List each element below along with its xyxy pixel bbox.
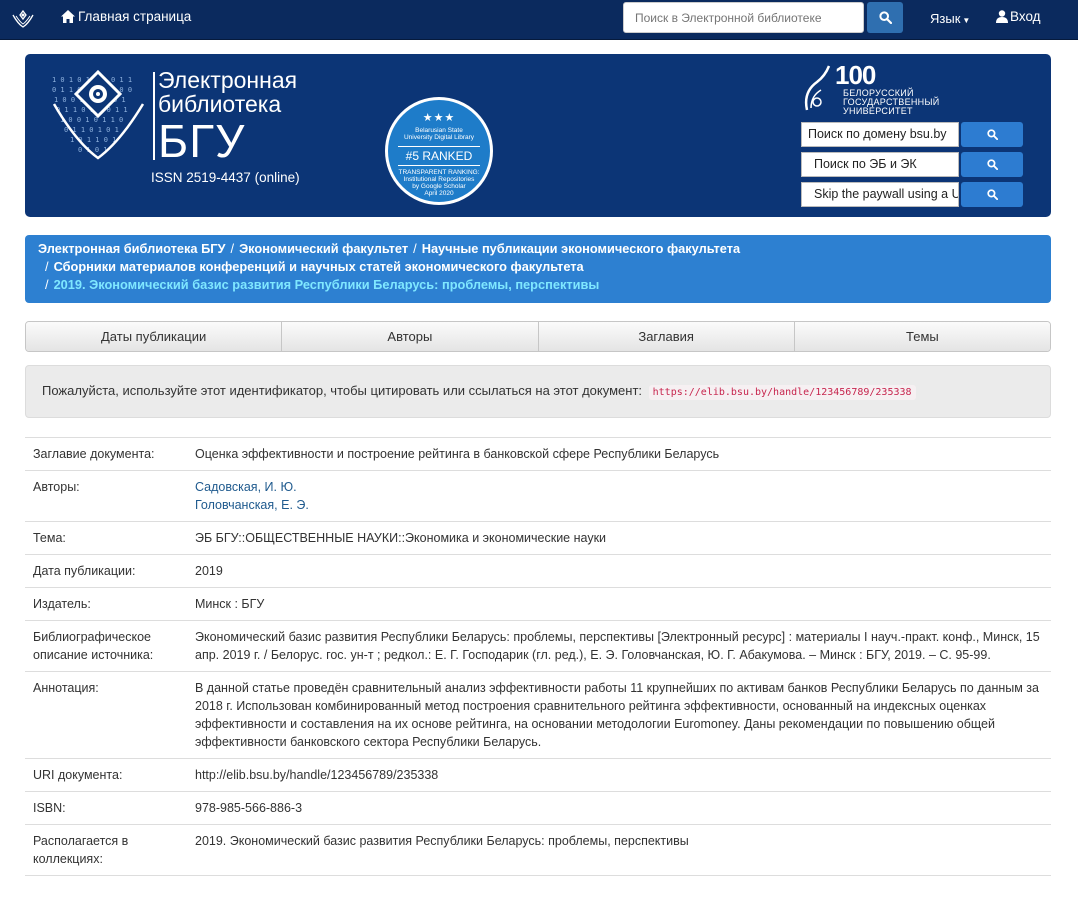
language-dropdown[interactable]: Язык ▼	[930, 11, 970, 26]
table-row: Заглавие документа: Оценка эффективности…	[25, 437, 1051, 471]
subject-value: ЭБ БГУ::ОБЩЕСТВЕННЫЕ НАУКИ::Экономика и …	[187, 521, 1051, 555]
breadcrumb-item-collections[interactable]: Сборники материалов конференций и научны…	[54, 259, 584, 274]
date-label: Дата публикации:	[25, 554, 187, 588]
search-icon	[986, 129, 998, 140]
uri-link[interactable]: http://elib.bsu.by/handle/123456789/2353…	[187, 758, 1051, 792]
university-name: БЕЛОРУССКИЙ ГОСУДАРСТВЕННЫЙ УНИВЕРСИТЕТ	[843, 89, 940, 116]
home-link[interactable]: Главная страница	[61, 9, 191, 24]
citation-text: Пожалуйста, используйте этот идентификат…	[42, 383, 643, 398]
table-row: ISBN: 978-985-566-886-3	[25, 791, 1051, 825]
table-row: Библиографическое описание источника: Эк…	[25, 620, 1051, 672]
university-line-3: УНИВЕРСИТЕТ	[843, 106, 913, 116]
table-row: Располагается в коллекциях: 2019. Эконом…	[25, 824, 1051, 876]
table-row: Тема: ЭБ БГУ::ОБЩЕСТВЕННЫЕ НАУКИ::Эконом…	[25, 521, 1051, 555]
tab-titles[interactable]: Заглавия	[538, 322, 795, 351]
top-navbar: Главная страница Язык▼ Вход	[0, 0, 1078, 40]
logo-divider	[153, 72, 155, 160]
table-row: Аннотация: В данной статье проведён срав…	[25, 671, 1051, 759]
breadcrumb-separator: /	[45, 259, 49, 274]
library-logo-icon[interactable]: 1 0 1 0 1 0 1 0 1 1 0 1 1 0 0 1 0 1 0 0 …	[52, 70, 145, 162]
table-row: URI документа: http://elib.bsu.by/handle…	[25, 758, 1051, 792]
biblio-value: Экономический базис развития Республики …	[187, 620, 1051, 672]
publisher-label: Издатель:	[25, 587, 187, 621]
badge-sub-1: TRANSPARENT RANKING:	[398, 169, 480, 176]
university-number: 100	[835, 60, 876, 90]
paywall-search-button[interactable]	[961, 182, 1023, 207]
isbn-label: ISBN:	[25, 791, 187, 825]
breadcrumb-separator: /	[45, 277, 49, 292]
authors-value: Садовская, И. Ю. Головчанская, Е. Э.	[187, 470, 1051, 522]
badge-sub-3: by Google Scholar	[412, 183, 466, 190]
title-label: Заглавие документа:	[25, 437, 187, 471]
tab-subjects[interactable]: Темы	[794, 322, 1050, 351]
tab-authors[interactable]: Авторы	[282, 322, 539, 351]
catalog-search-input[interactable]: Поиск по ЭБ и ЭК	[801, 152, 959, 177]
badge-rank: #5 RANKED	[398, 146, 480, 166]
badge-line-1: Belarusian State	[415, 127, 463, 134]
breadcrumb-item-publications[interactable]: Научные публикации экономического факуль…	[422, 241, 740, 256]
date-value: 2019	[187, 554, 1051, 588]
search-input[interactable]	[623, 2, 864, 33]
domain-search-input[interactable]: Поиск по домену bsu.by	[801, 122, 959, 147]
breadcrumb-item-faculty[interactable]: Экономический факультет	[239, 241, 408, 256]
isbn-value: 978-985-566-886-3	[187, 791, 1051, 825]
title-line-3: БГУ	[158, 115, 246, 167]
home-icon	[61, 10, 75, 23]
search-icon	[878, 11, 892, 24]
title-line-1: Электронная	[158, 67, 298, 93]
publisher-value: Минск : БГУ	[187, 587, 1051, 621]
biblio-label: Библиографическое описание источника:	[25, 620, 187, 672]
login-label: Вход	[1010, 9, 1041, 24]
collection-link[interactable]: 2019. Экономический базис развития Респу…	[187, 824, 1051, 876]
badge-line-2: University Digital Library	[403, 134, 475, 141]
svg-text:1 0 0 1 0 1 1 0: 1 0 0 1 0 1 1 0	[60, 116, 123, 124]
language-label: Язык	[930, 11, 961, 26]
subject-label: Тема:	[25, 521, 187, 555]
home-link-label: Главная страница	[78, 9, 192, 24]
ranking-badge: ★★★ Belarusian State University Digital …	[385, 97, 493, 205]
header-banner: 1 0 1 0 1 0 1 0 1 1 0 1 1 0 0 1 0 1 0 0 …	[25, 54, 1051, 217]
authors-label: Авторы:	[25, 470, 187, 522]
library-title: Электронная библиотека БГУ	[158, 68, 297, 164]
collection-label: Располагается в коллекциях:	[25, 824, 187, 876]
author-link[interactable]: Садовская, И. Ю.	[195, 478, 1043, 496]
caret-down-icon: ▼	[962, 16, 971, 25]
issn-text: ISSN 2519-4437 (online)	[151, 170, 300, 185]
paywall-search-input[interactable]: Skip the paywall using a U	[801, 182, 959, 207]
author-link[interactable]: Головчанская, Е. Э.	[195, 496, 1043, 514]
breadcrumb-item-home[interactable]: Электронная библиотека БГУ	[38, 241, 226, 256]
tab-dates[interactable]: Даты публикации	[26, 322, 283, 351]
user-icon	[996, 10, 1008, 23]
title-value: Оценка эффективности и построение рейтин…	[187, 437, 1051, 471]
breadcrumb-separator: /	[413, 241, 417, 256]
domain-search-button[interactable]	[961, 122, 1023, 147]
breadcrumb-item-current[interactable]: 2019. Экономический базис развития Респу…	[54, 277, 600, 292]
catalog-search-button[interactable]	[961, 152, 1023, 177]
browse-tabs: Даты публикации Авторы Заглавия Темы	[25, 321, 1051, 352]
badge-sub-2: Institutional Repositories	[403, 176, 475, 183]
search-button[interactable]	[867, 2, 903, 33]
breadcrumb-separator: /	[230, 241, 235, 256]
abstract-label: Аннотация:	[25, 671, 187, 759]
login-link[interactable]: Вход	[996, 9, 1041, 24]
bsu-crest-icon[interactable]	[12, 9, 34, 29]
badge-sub-4: April 2020	[424, 190, 454, 197]
title-line-2: библиотека	[158, 91, 282, 117]
search-icon	[986, 189, 998, 200]
breadcrumb: Электронная библиотека БГУ / Экономический…	[25, 235, 1051, 303]
citation-notice: Пожалуйста, используйте этот идентификат…	[25, 365, 1051, 418]
citation-url[interactable]: https://elib.bsu.by/handle/123456789/235…	[648, 385, 916, 400]
table-row: Дата публикации: 2019	[25, 554, 1051, 588]
search-icon	[986, 159, 998, 170]
table-row: Издатель: Минск : БГУ	[25, 587, 1051, 621]
uri-label: URI документа:	[25, 758, 187, 792]
badge-stars: ★★★	[422, 112, 456, 124]
table-row: Авторы: Садовская, И. Ю. Головчанская, Е…	[25, 470, 1051, 522]
metadata-table: Заглавие документа: Оценка эффективности…	[25, 437, 1051, 876]
abstract-value: В данной статье проведён сравнительный а…	[187, 671, 1051, 759]
